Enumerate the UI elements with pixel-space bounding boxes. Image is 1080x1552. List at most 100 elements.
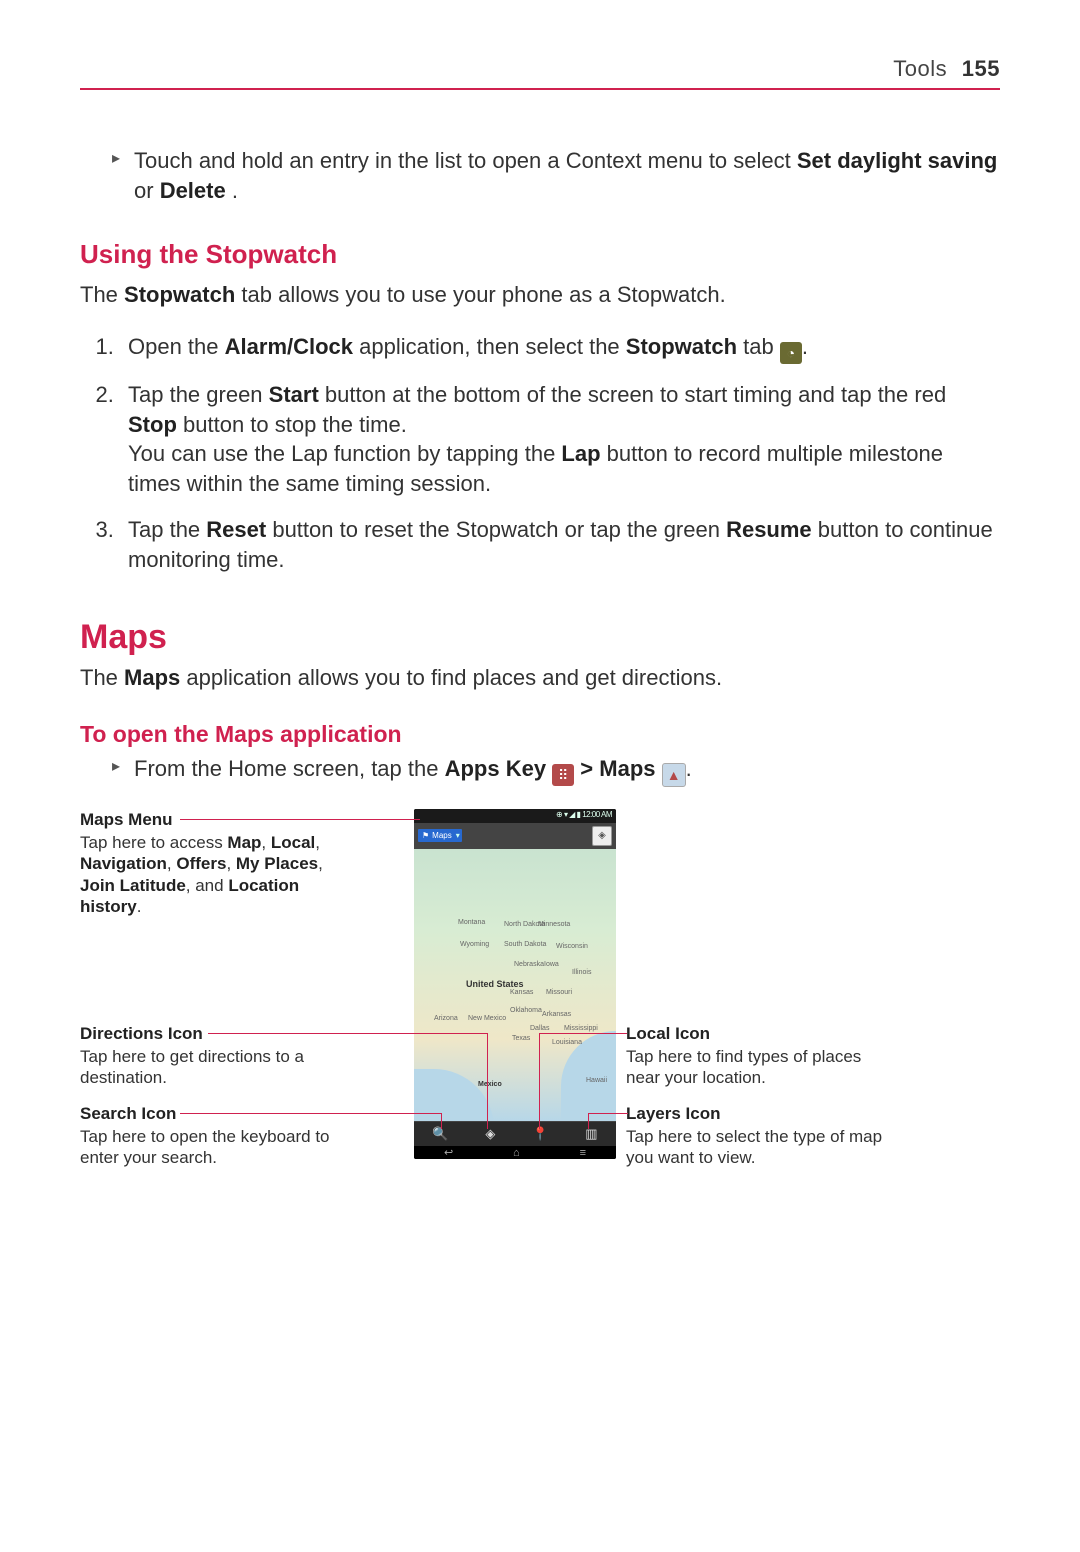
text-bold: Alarm/Clock bbox=[225, 334, 353, 359]
step-1: Open the Alarm/Clock application, then s… bbox=[120, 332, 1000, 364]
map-label: Mexico bbox=[478, 1081, 502, 1088]
callout-line bbox=[180, 1113, 442, 1114]
text: . bbox=[686, 756, 692, 781]
toolbar-local-icon[interactable]: 📍 bbox=[532, 1126, 548, 1142]
maps-menu-button[interactable]: ⚑ Maps bbox=[418, 829, 462, 842]
callout-line bbox=[487, 1033, 488, 1129]
callout-line bbox=[588, 1113, 589, 1129]
maps-app-icon: ▲ bbox=[662, 763, 686, 787]
maps-toolbar: 🔍 ◈ 📍 ▥ bbox=[414, 1121, 616, 1146]
callout-maps-menu: Maps Menu Tap here to access Map, Local,… bbox=[80, 809, 340, 917]
header-page-number: 155 bbox=[962, 56, 1000, 81]
map-label: Wyoming bbox=[460, 941, 489, 948]
text: Tap the bbox=[128, 517, 206, 542]
callout-line bbox=[180, 819, 420, 820]
map-label: Hawaii bbox=[586, 1077, 607, 1084]
map-label: Minnesota bbox=[538, 921, 570, 928]
text: The bbox=[80, 282, 124, 307]
map-label: Missouri bbox=[546, 989, 572, 996]
callout-title: Layers Icon bbox=[626, 1103, 886, 1124]
text: tab bbox=[743, 334, 780, 359]
map-label: Illinois bbox=[572, 969, 591, 976]
text-bold: Local bbox=[271, 833, 315, 852]
map-canvas[interactable]: Montana North Dakota South Dakota Nebras… bbox=[414, 849, 616, 1121]
map-label: Wisconsin bbox=[556, 943, 588, 950]
stopwatch-intro: The Stopwatch tab allows you to use your… bbox=[80, 280, 1000, 310]
text-bold: Join Latitude bbox=[80, 876, 186, 895]
open-maps-bullet: From the Home screen, tap the Apps Key ⠿… bbox=[80, 754, 1000, 787]
context-menu-bullet: Touch and hold an entry in the list to o… bbox=[80, 146, 1000, 205]
text: , bbox=[315, 833, 320, 852]
text: or bbox=[134, 178, 160, 203]
text: From the Home screen, tap the bbox=[134, 756, 445, 781]
stopwatch-tab-icon: ◔ bbox=[780, 342, 802, 364]
text: You can use the Lap function by tapping … bbox=[128, 441, 561, 466]
map-label: South Dakota bbox=[504, 941, 546, 948]
heading-stopwatch: Using the Stopwatch bbox=[80, 239, 1000, 270]
menu-softkey-icon[interactable]: ≡ bbox=[580, 1147, 586, 1159]
map-label-main: United States bbox=[466, 979, 524, 989]
text: , bbox=[167, 854, 176, 873]
text: , bbox=[318, 854, 323, 873]
status-icons: ⊕ ▾ ◢ ▮ bbox=[556, 810, 582, 819]
apps-key-icon: ⠿ bbox=[552, 764, 574, 786]
text: . bbox=[232, 178, 238, 203]
map-label: Louisiana bbox=[552, 1039, 582, 1046]
map-label: Mississippi bbox=[564, 1025, 598, 1032]
my-location-button[interactable]: ◈ bbox=[592, 826, 612, 846]
text-bold: Delete bbox=[160, 178, 226, 203]
maps-menu-label: Maps bbox=[432, 831, 452, 840]
maps-flag-icon: ⚑ bbox=[422, 831, 429, 840]
maps-header-bar: ⚑ Maps ◈ bbox=[414, 823, 616, 849]
heading-open-maps: To open the Maps application bbox=[80, 721, 1000, 748]
callout-line bbox=[539, 1033, 627, 1034]
text-bold: > bbox=[580, 756, 599, 781]
text-bold: Set daylight saving bbox=[797, 148, 998, 173]
callout-line bbox=[208, 1033, 488, 1034]
step-2: Tap the green Start button at the bottom… bbox=[120, 380, 1000, 499]
text: Tap the green bbox=[128, 382, 269, 407]
maps-intro: The Maps application allows you to find … bbox=[80, 663, 1000, 693]
phone-status-bar: ⊕ ▾ ◢ ▮ 12:00 AM bbox=[414, 809, 616, 823]
callout-layers: Layers Icon Tap here to select the type … bbox=[626, 1103, 886, 1169]
step-3: Tap the Reset button to reset the Stopwa… bbox=[120, 515, 1000, 574]
text: The bbox=[80, 665, 124, 690]
maps-diagram: ⊕ ▾ ◢ ▮ 12:00 AM ⚑ Maps ◈ Montana North … bbox=[80, 809, 1000, 1189]
text-bold: Maps bbox=[124, 665, 180, 690]
text: application, then select the bbox=[359, 334, 626, 359]
callout-line bbox=[441, 1113, 442, 1129]
map-label: Arizona bbox=[434, 1015, 458, 1022]
heading-maps: Maps bbox=[80, 618, 1000, 657]
text: application allows you to find places an… bbox=[186, 665, 722, 690]
text: Tap here to select the type of map you w… bbox=[626, 1127, 882, 1167]
text-bold: My Places bbox=[236, 854, 318, 873]
map-label: Nebraska bbox=[514, 961, 544, 968]
text: , bbox=[261, 833, 270, 852]
text-bold: Navigation bbox=[80, 854, 167, 873]
text: Tap here to find types of places near yo… bbox=[626, 1047, 861, 1087]
text-bold: Apps Key bbox=[445, 756, 553, 781]
map-label: Dallas bbox=[530, 1025, 549, 1032]
back-softkey-icon[interactable]: ↩ bbox=[444, 1146, 453, 1159]
text-bold: Map bbox=[227, 833, 261, 852]
text-bold: Stop bbox=[128, 412, 177, 437]
text: Touch and hold an entry in the list to o… bbox=[134, 148, 797, 173]
text: . bbox=[802, 334, 808, 359]
text: Tap here to open the keyboard to enter y… bbox=[80, 1127, 330, 1167]
text: button to reset the Stopwatch or tap the… bbox=[272, 517, 726, 542]
callout-local: Local Icon Tap here to find types of pla… bbox=[626, 1023, 886, 1089]
text: . bbox=[137, 897, 142, 916]
map-label: Kansas bbox=[510, 989, 533, 996]
home-softkey-icon[interactable]: ⌂ bbox=[513, 1147, 520, 1159]
map-label: Montana bbox=[458, 919, 485, 926]
text-bold: Stopwatch bbox=[124, 282, 235, 307]
text: Tap here to access bbox=[80, 833, 227, 852]
text: , bbox=[226, 854, 235, 873]
text: button at the bottom of the screen to st… bbox=[325, 382, 946, 407]
callout-line bbox=[588, 1113, 628, 1114]
header-section: Tools bbox=[893, 56, 947, 81]
phone-softkeys: ↩ ⌂ ≡ bbox=[414, 1146, 616, 1159]
text: button to stop the time. bbox=[183, 412, 407, 437]
text: Open the bbox=[128, 334, 225, 359]
stopwatch-steps: Open the Alarm/Clock application, then s… bbox=[80, 332, 1000, 574]
